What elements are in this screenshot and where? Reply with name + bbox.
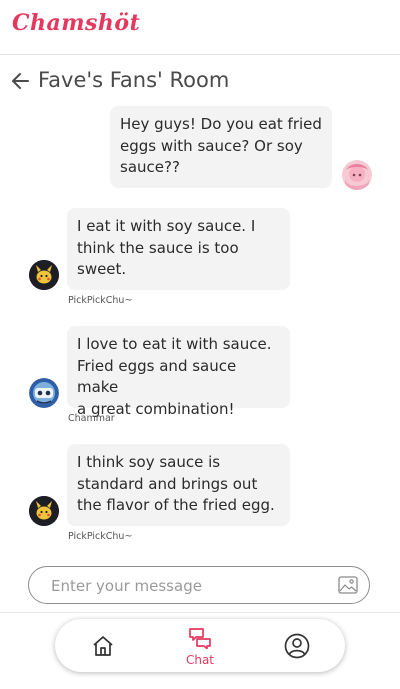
bottom-area: Chat — [0, 612, 400, 689]
message-bubble: I think soy sauce is standard and brings… — [67, 444, 290, 526]
top-bar: Chamshöt — [0, 0, 400, 55]
nav-profile[interactable] — [277, 619, 317, 672]
user-avatar[interactable] — [29, 260, 59, 290]
image-icon — [338, 576, 358, 594]
message-author: PickPickChu~ — [68, 295, 133, 306]
user-avatar[interactable] — [29, 378, 59, 408]
user-avatar[interactable] — [29, 496, 59, 526]
message-composer — [28, 566, 370, 605]
message-author: Chammar — [68, 413, 115, 424]
app-logo[interactable]: Chamshöt — [12, 10, 140, 36]
arrow-left-icon — [12, 73, 29, 89]
bottom-nav: Chat — [55, 619, 345, 672]
message-input[interactable] — [49, 567, 323, 605]
nav-home[interactable] — [83, 619, 123, 672]
nav-chat-label: Chat — [185, 653, 215, 667]
profile-icon — [284, 633, 310, 659]
home-icon — [93, 636, 113, 656]
back-button[interactable] — [10, 70, 32, 92]
room-header: Fave's Fans' Room — [0, 60, 400, 102]
chat-icon — [189, 628, 211, 649]
room-title: Fave's Fans' Room — [38, 68, 230, 92]
attach-image-button[interactable] — [338, 576, 358, 594]
own-message-bubble: Hey guys! Do you eat fried eggs with sau… — [110, 106, 332, 188]
message-bubble: I love to eat it with sauce. Fried eggs … — [67, 326, 290, 418]
message-author: PickPickChu~ — [68, 531, 133, 542]
own-avatar[interactable] — [342, 160, 372, 190]
message-bubble: I eat it with soy sauce. I think the sau… — [67, 208, 290, 290]
nav-chat[interactable]: Chat — [179, 619, 221, 672]
